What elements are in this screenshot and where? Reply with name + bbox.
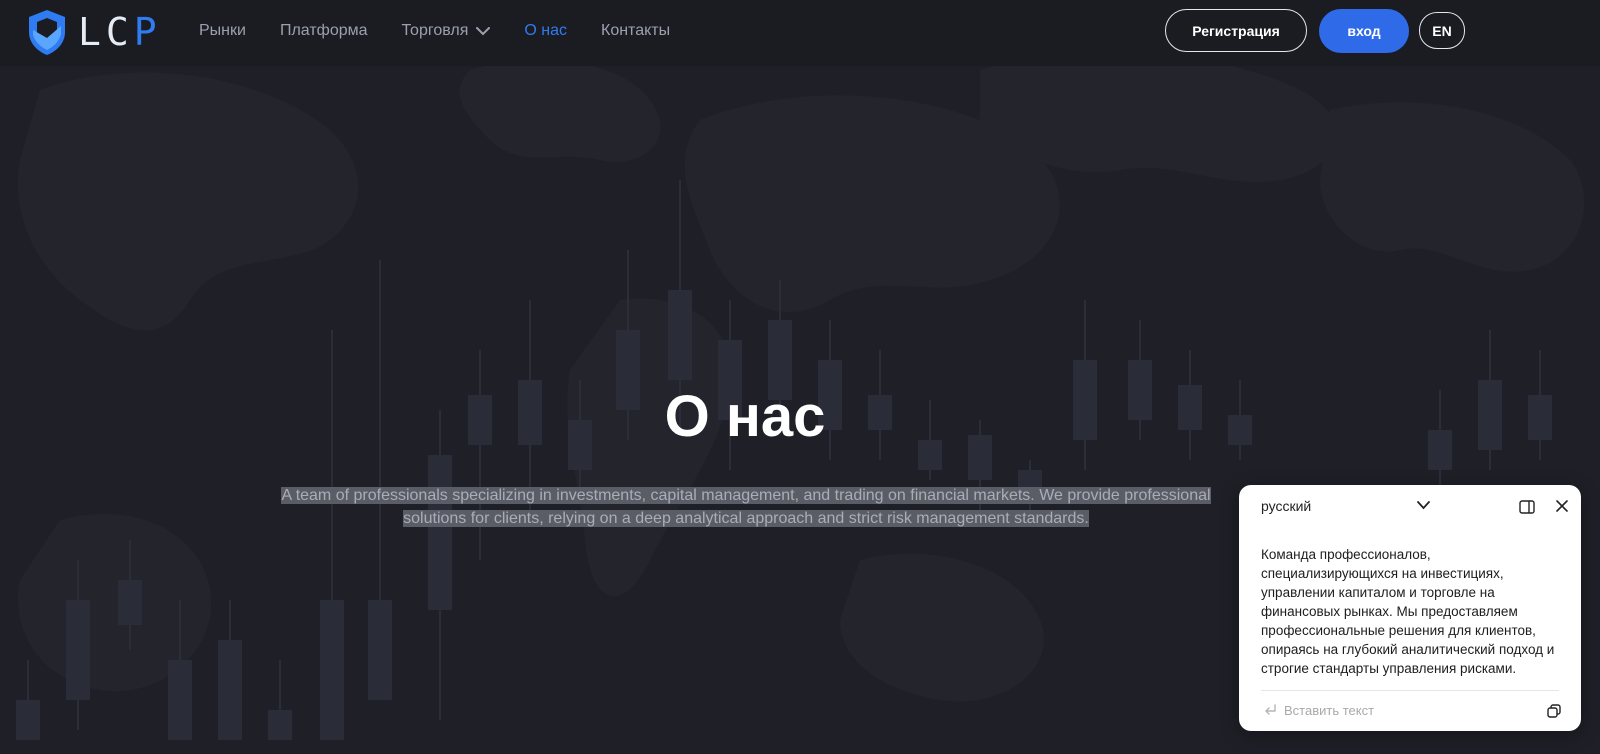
- candle-body: [16, 700, 40, 740]
- close-icon[interactable]: [1555, 499, 1569, 513]
- candle-body: [668, 290, 692, 380]
- chevron-down-icon: [1417, 501, 1430, 510]
- page-title: О нас: [664, 384, 826, 449]
- nav-label: Торговля: [401, 22, 469, 39]
- register-button[interactable]: Регистрация: [1165, 9, 1307, 52]
- logo-text: LCP: [78, 10, 162, 54]
- hero-description: A team of professionals specializing in …: [270, 484, 1222, 530]
- shield-logo-icon: [29, 10, 65, 55]
- nav-label: О нас: [524, 22, 567, 39]
- selected-text[interactable]: A team of professionals specializing in …: [281, 487, 1211, 527]
- nav-item-platform[interactable]: Платформа: [280, 22, 368, 40]
- login-button[interactable]: вход: [1319, 9, 1409, 53]
- nav-label: Платформа: [279, 22, 368, 39]
- language-switch-button[interactable]: EN: [1419, 12, 1465, 49]
- logo-text-accent: P: [133, 10, 162, 54]
- candle-body: [66, 600, 90, 700]
- panel-icon[interactable]: [1519, 500, 1535, 514]
- chevron-down-icon: [476, 26, 491, 35]
- translation-text: Команда профессионалов, специализирующих…: [1261, 547, 1555, 676]
- nav-label: Рынки: [199, 22, 246, 39]
- nav-item-trading[interactable]: Торговля: [402, 22, 491, 40]
- main-nav: Рынки Платформа Торговля О нас Контакты: [199, 0, 704, 62]
- logo[interactable]: LCP: [26, 8, 162, 56]
- target-language-label: русский: [1261, 498, 1312, 514]
- candle-body: [1528, 395, 1552, 440]
- header: LCP Рынки Платформа Торговля О нас Конта…: [0, 0, 1600, 66]
- nav-label: Контакты: [601, 22, 671, 39]
- target-language-select[interactable]: русский: [1261, 498, 1447, 514]
- divider: [1261, 690, 1559, 691]
- paste-text-input[interactable]: Вставить текст: [1284, 703, 1374, 718]
- candle-body: [368, 600, 392, 700]
- nav-item-markets[interactable]: Рынки: [199, 22, 246, 40]
- candle-body: [268, 710, 292, 740]
- candle-body: [320, 600, 344, 740]
- copy-icon[interactable]: [1547, 704, 1561, 718]
- nav-item-about[interactable]: О нас: [524, 22, 567, 40]
- enter-icon: [1265, 704, 1276, 715]
- candle-body: [168, 660, 192, 740]
- candle-body: [218, 640, 242, 740]
- candle-body: [428, 455, 452, 610]
- nav-item-contacts[interactable]: Контакты: [601, 22, 670, 40]
- candle-body: [118, 580, 142, 625]
- translator-popup: русский Команда профессионалов, специали…: [1239, 485, 1581, 731]
